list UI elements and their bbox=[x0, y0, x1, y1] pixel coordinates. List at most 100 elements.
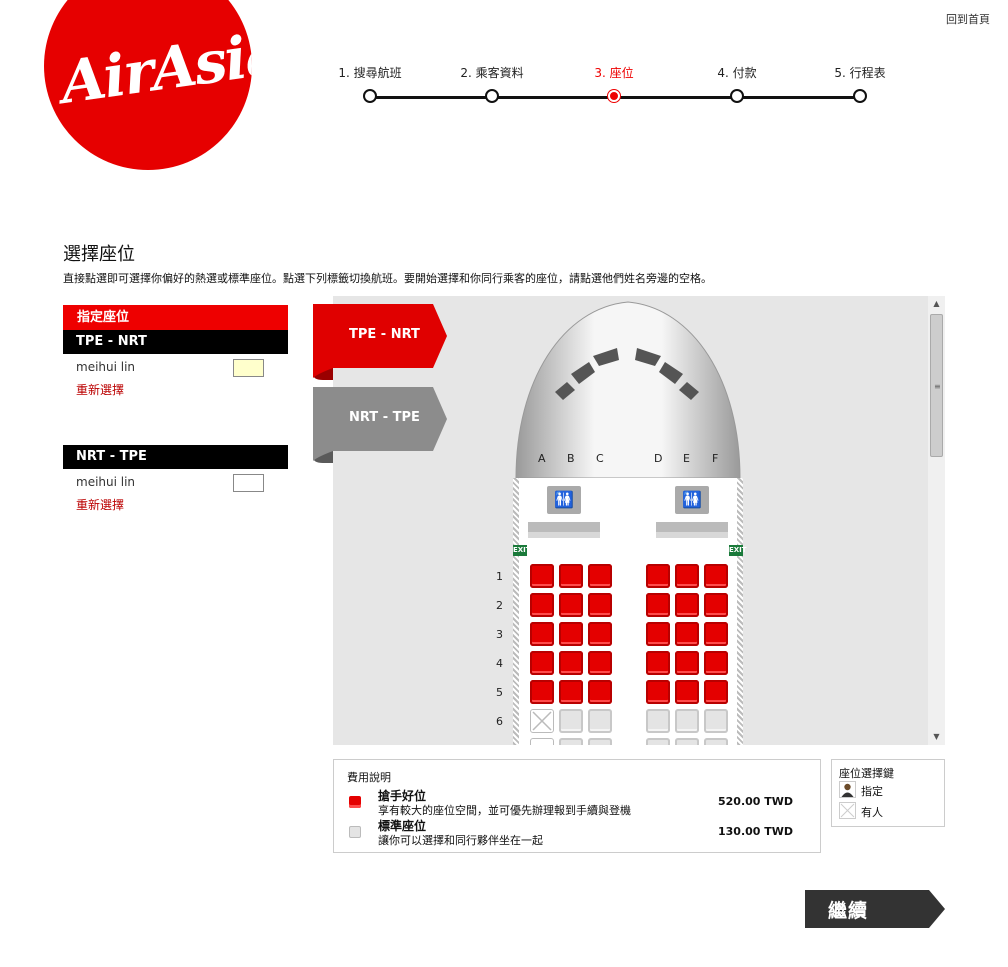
flight-tab-shape bbox=[313, 304, 447, 380]
seat-2a[interactable] bbox=[530, 593, 554, 617]
cabin-wall-right bbox=[737, 478, 743, 745]
column-letter-b: B bbox=[567, 452, 575, 465]
occupied-x-icon bbox=[839, 802, 856, 819]
step-2[interactable]: 2. 乘客資料 bbox=[442, 64, 542, 103]
airasia-logo[interactable]: AirAsia bbox=[44, 0, 252, 170]
aircraft: A B C D E F 🚻 🚻 EXIT EXIT 1 2 3 4 5 6 bbox=[496, 300, 747, 745]
seat-3c[interactable] bbox=[588, 622, 612, 646]
seat-6a bbox=[530, 709, 554, 733]
exit-sign: EXIT bbox=[729, 545, 747, 556]
seat-1d[interactable] bbox=[646, 564, 670, 588]
seatmap-scrollbar[interactable]: ▲ ≡ ▼ bbox=[928, 296, 945, 745]
passenger-icon bbox=[839, 781, 856, 798]
fee-seat-icon-std bbox=[349, 826, 361, 838]
seat-6f[interactable] bbox=[704, 709, 728, 733]
seat-3b[interactable] bbox=[559, 622, 583, 646]
step-5[interactable]: 5. 行程表 bbox=[810, 64, 910, 103]
seat-6e[interactable] bbox=[675, 709, 699, 733]
passenger-row: meihui lin bbox=[63, 354, 288, 377]
seat-4d[interactable] bbox=[646, 651, 670, 675]
seat-row-7-partial[interactable] bbox=[704, 738, 728, 745]
passenger-seat-box[interactable] bbox=[233, 359, 264, 377]
exit-sign: EXIT bbox=[513, 545, 531, 556]
legend-title: 座位選擇鍵 bbox=[839, 767, 894, 780]
seat-row-7-partial[interactable] bbox=[646, 738, 670, 745]
row-number: 5 bbox=[496, 686, 503, 699]
scroll-up-arrow-icon[interactable]: ▲ bbox=[928, 296, 945, 312]
seat-4c[interactable] bbox=[588, 651, 612, 675]
passenger-row: meihui lin bbox=[63, 469, 288, 492]
lavatory-icon: 🚻 bbox=[547, 486, 581, 514]
seat-1e[interactable] bbox=[675, 564, 699, 588]
seat-6d[interactable] bbox=[646, 709, 670, 733]
seat-1c[interactable] bbox=[588, 564, 612, 588]
logo-text: AirAsia bbox=[56, 18, 252, 118]
seat-4f[interactable] bbox=[704, 651, 728, 675]
sidebar-flight-route: NRT - TPE bbox=[63, 445, 288, 469]
lavatory-icon: 🚻 bbox=[675, 486, 709, 514]
assigned-seats-panel: 指定座位 TPE - NRT meihui lin 重新選擇 NRT - TPE mei… bbox=[63, 305, 288, 515]
seat-4b[interactable] bbox=[559, 651, 583, 675]
flight-tab-1[interactable]: TPE - NRT bbox=[313, 304, 447, 380]
seat-1f[interactable] bbox=[704, 564, 728, 588]
seat-5d[interactable] bbox=[646, 680, 670, 704]
seat-2c[interactable] bbox=[588, 593, 612, 617]
column-letter-e: E bbox=[683, 452, 690, 465]
flight-tab-shape bbox=[313, 387, 447, 463]
seat-1b[interactable] bbox=[559, 564, 583, 588]
fee-description: 享有較大的座位空間，並可優先辦理報到手續與登機 bbox=[378, 804, 631, 817]
fee-title: 費用說明 bbox=[347, 771, 391, 784]
seat-2e[interactable] bbox=[675, 593, 699, 617]
step-label: 1. 搜尋航班 bbox=[338, 66, 402, 80]
seat-3d[interactable] bbox=[646, 622, 670, 646]
legend-label: 指定 bbox=[861, 785, 883, 798]
continue-label: 繼續 bbox=[828, 900, 869, 922]
seat-3a[interactable] bbox=[530, 622, 554, 646]
flight-tab-2[interactable]: NRT - TPE bbox=[313, 387, 447, 463]
fee-description: 讓你可以選擇和同行夥伴坐在一起 bbox=[378, 834, 543, 847]
continue-arrow-shape bbox=[805, 890, 945, 928]
sidebar-flight-1: TPE - NRT meihui lin 重新選擇 bbox=[63, 330, 288, 418]
step-dot bbox=[485, 89, 499, 103]
seat-5c[interactable] bbox=[588, 680, 612, 704]
column-letter-c: C bbox=[596, 452, 604, 465]
reselect-link[interactable]: 重新選擇 bbox=[76, 381, 124, 398]
seat-2d[interactable] bbox=[646, 593, 670, 617]
seat-4e[interactable] bbox=[675, 651, 699, 675]
scroll-down-arrow-icon[interactable]: ▼ bbox=[928, 729, 945, 745]
reselect-link[interactable]: 重新選擇 bbox=[76, 496, 124, 513]
step-1[interactable]: 1. 搜尋航班 bbox=[320, 64, 420, 103]
passenger-name: meihui lin bbox=[76, 360, 136, 374]
seat-1a[interactable] bbox=[530, 564, 554, 588]
seat-6b[interactable] bbox=[559, 709, 583, 733]
assigned-seats-header: 指定座位 bbox=[63, 305, 288, 330]
seat-3e[interactable] bbox=[675, 622, 699, 646]
sidebar-flight-route: TPE - NRT bbox=[63, 330, 288, 354]
continue-button[interactable]: 繼續 bbox=[805, 890, 945, 928]
seat-row-7-partial bbox=[530, 738, 554, 745]
row-number: 4 bbox=[496, 657, 503, 670]
seat-2f[interactable] bbox=[704, 593, 728, 617]
occupied-x-icon bbox=[532, 711, 552, 731]
step-4[interactable]: 4. 付款 bbox=[687, 64, 787, 103]
step-dot bbox=[363, 89, 377, 103]
passenger-seat-box[interactable] bbox=[233, 474, 264, 492]
seat-row-7-partial[interactable] bbox=[588, 738, 612, 745]
column-letter-f: F bbox=[712, 452, 719, 465]
seat-5b[interactable] bbox=[559, 680, 583, 704]
seat-3f[interactable] bbox=[704, 622, 728, 646]
seat-row-7-partial[interactable] bbox=[559, 738, 583, 745]
seat-2b[interactable] bbox=[559, 593, 583, 617]
seat-5f[interactable] bbox=[704, 680, 728, 704]
seat-6c[interactable] bbox=[588, 709, 612, 733]
step-dot bbox=[853, 89, 867, 103]
seat-5a[interactable] bbox=[530, 680, 554, 704]
cabin-wall-left bbox=[513, 478, 519, 745]
passenger-name: meihui lin bbox=[76, 475, 136, 489]
seat-4a[interactable] bbox=[530, 651, 554, 675]
seat-5e[interactable] bbox=[675, 680, 699, 704]
seat-row-7-partial[interactable] bbox=[675, 738, 699, 745]
home-link[interactable]: 回到首頁 bbox=[946, 11, 990, 27]
scroll-thumb[interactable]: ≡ bbox=[930, 314, 943, 457]
step-3[interactable]: 3. 座位 bbox=[564, 64, 664, 102]
